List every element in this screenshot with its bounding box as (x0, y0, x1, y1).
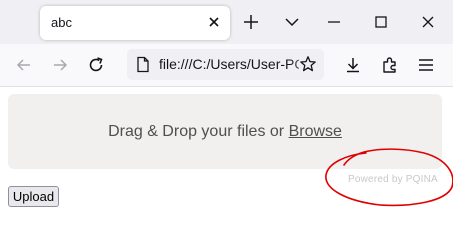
window-close-icon[interactable] (418, 12, 438, 32)
page-icon (137, 56, 149, 73)
reload-icon[interactable] (86, 55, 106, 75)
download-icon[interactable] (343, 55, 363, 75)
new-tab-icon[interactable] (241, 12, 261, 32)
url-bar[interactable]: file:///C:/Users/User-PC/Desktop/index.h… (127, 49, 324, 80)
bookmark-star-icon[interactable] (299, 55, 317, 73)
upload-button[interactable]: Upload (8, 186, 59, 207)
browse-link[interactable]: Browse (289, 123, 342, 140)
minimize-icon[interactable] (324, 12, 344, 32)
drop-text: Drag & Drop your files or (108, 123, 289, 140)
tab-strip: abc (0, 0, 453, 44)
drop-label: Drag & Drop your files or Browse (8, 123, 442, 141)
tab-title: abc (51, 15, 72, 30)
red-annotation-circle (325, 148, 453, 207)
chevron-down-icon[interactable] (282, 12, 302, 32)
maximize-icon[interactable] (371, 12, 391, 32)
toolbar-divider (0, 86, 453, 87)
close-icon[interactable] (206, 14, 222, 30)
extensions-icon[interactable] (380, 55, 400, 75)
navigation-bar: file:///C:/Users/User-PC/Desktop/index.h… (0, 44, 453, 86)
menu-icon[interactable] (416, 55, 436, 75)
back-icon[interactable] (14, 55, 34, 75)
forward-icon[interactable] (50, 55, 70, 75)
browser-tab[interactable]: abc (40, 6, 230, 40)
